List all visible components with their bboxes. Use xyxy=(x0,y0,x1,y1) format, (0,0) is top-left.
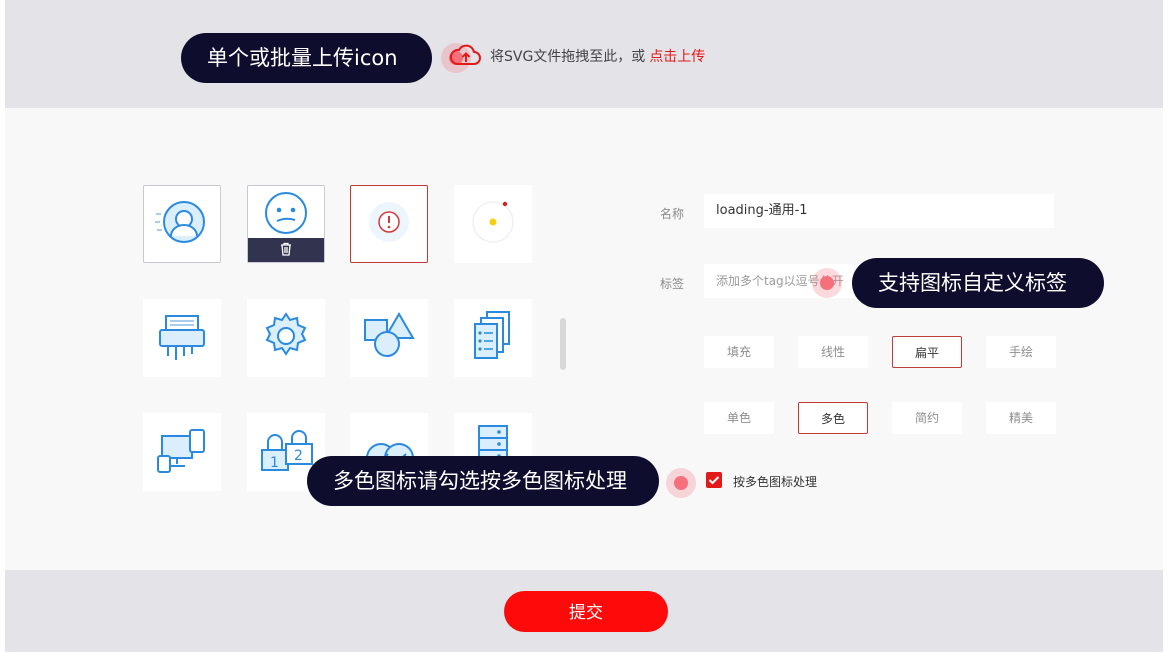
style-option-chip[interactable]: 填充 xyxy=(704,336,774,368)
icon-tile-documents[interactable] xyxy=(454,299,532,377)
style-option-chip[interactable]: 多色 xyxy=(798,402,868,434)
multicolor-hotspot xyxy=(666,468,696,498)
tags-callout: 支持图标自定义标签 xyxy=(852,258,1104,308)
style-option-chip[interactable]: 精美 xyxy=(986,402,1056,434)
style-option-chip[interactable]: 单色 xyxy=(704,402,774,434)
trash-icon xyxy=(279,241,293,260)
shapes-icon xyxy=(359,308,419,368)
icon-tile-loading[interactable] xyxy=(454,185,532,263)
icon-grid-scrollbar[interactable] xyxy=(560,318,566,370)
alert-icon xyxy=(361,194,417,254)
svg-text:2: 2 xyxy=(294,448,303,464)
icon-tile-printer[interactable] xyxy=(143,299,221,377)
tag-label: 标签 xyxy=(660,277,685,291)
multicolor-callout: 多色图标请勾选按多色图标处理 xyxy=(307,456,659,506)
multicolor-checkbox-label[interactable]: 按多色图标处理 xyxy=(733,473,817,490)
click-upload-link[interactable]: 点击上传 xyxy=(649,46,705,66)
upload-dropzone[interactable]: 将SVG文件拖拽至此，或 点击上传 xyxy=(448,44,705,68)
printer-icon xyxy=(154,308,210,368)
delete-icon-button[interactable] xyxy=(248,238,324,262)
style-option-chip[interactable]: 扁平 xyxy=(892,336,962,368)
icon-tile-face[interactable] xyxy=(247,185,325,263)
svg-text:1: 1 xyxy=(270,455,279,471)
icon-tile-alert[interactable] xyxy=(350,185,428,263)
documents-icon xyxy=(465,308,521,368)
style-option-chip[interactable]: 手绘 xyxy=(986,336,1056,368)
name-label: 名称 xyxy=(660,207,685,221)
style-option-chip[interactable]: 简约 xyxy=(892,402,962,434)
tag-hotspot xyxy=(812,268,842,298)
user-avatar-icon xyxy=(152,192,212,256)
icon-tile-devices[interactable] xyxy=(143,413,221,491)
checkmark-icon xyxy=(708,476,720,485)
multicolor-checkbox[interactable] xyxy=(706,472,722,488)
icon-tile-shapes[interactable] xyxy=(350,299,428,377)
face-icon xyxy=(260,191,312,239)
submit-button[interactable]: 提交 xyxy=(504,591,668,632)
devices-icon xyxy=(154,422,210,482)
icon-tile-gear[interactable] xyxy=(247,299,325,377)
loading-icon xyxy=(465,194,521,254)
upload-hint: 将SVG文件拖拽至此，或 xyxy=(490,49,646,65)
cloud-upload-icon[interactable] xyxy=(448,44,482,68)
icon-tile-user-avatar[interactable] xyxy=(143,185,221,263)
style-option-chip[interactable]: 线性 xyxy=(798,336,868,368)
upload-callout: 单个或批量上传icon xyxy=(181,33,432,83)
gear-icon xyxy=(258,308,314,368)
name-input[interactable]: loading-通用-1 xyxy=(704,194,1054,228)
